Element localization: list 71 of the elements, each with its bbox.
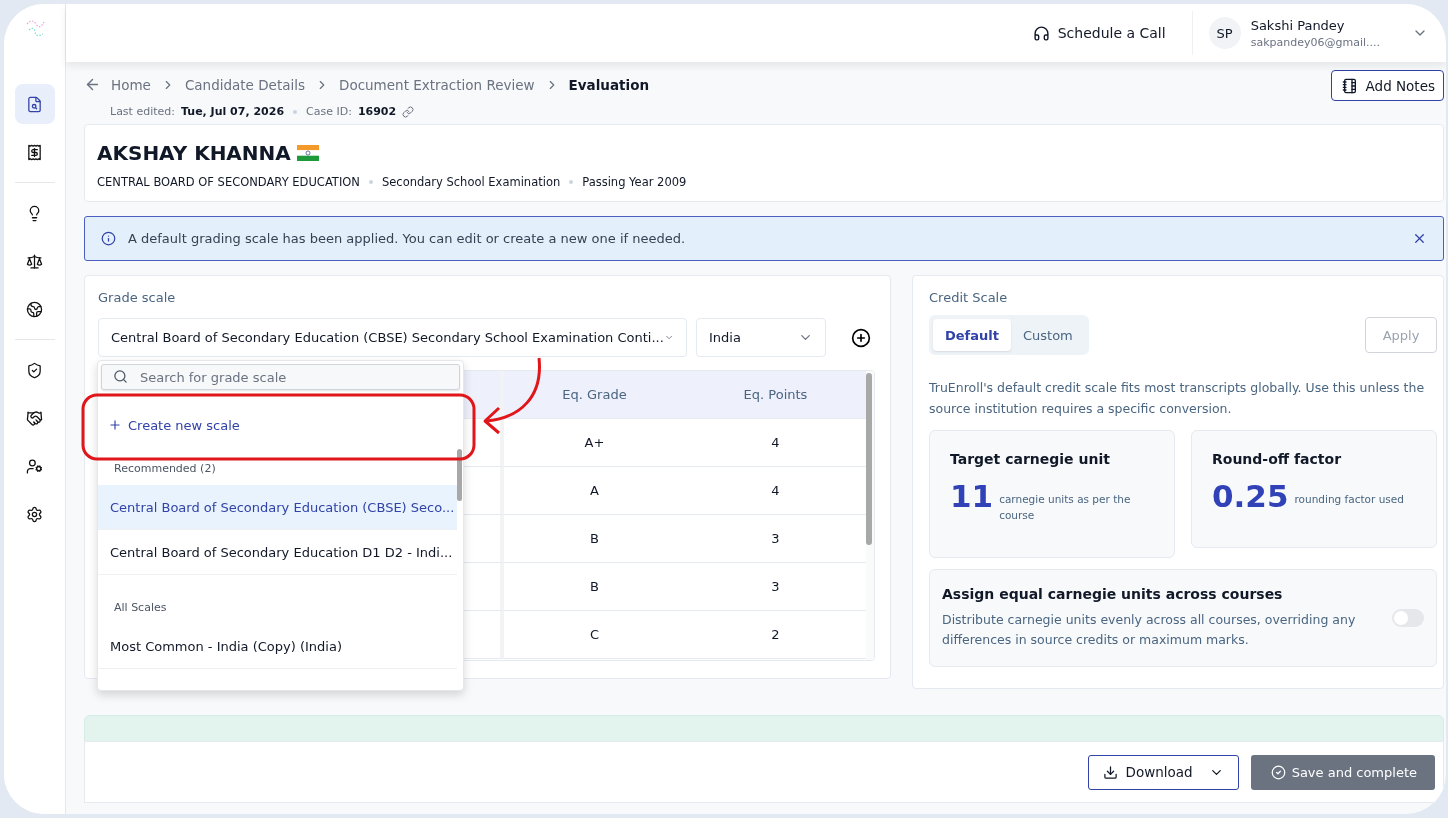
stat-caption: carnegie units as per the course — [999, 492, 1132, 523]
close-icon[interactable] — [1412, 231, 1427, 246]
plus-icon — [108, 418, 122, 432]
globe-icon — [26, 300, 43, 318]
stat-title: Target carnegie unit — [950, 451, 1111, 467]
search-field[interactable]: Search for grade scale — [101, 364, 460, 390]
setting-description: Distribute carnegie units evenly across all courses, overriding any differences in source credits or maximum marks. — [942, 611, 1357, 649]
last-edited-label: Last edited: — [110, 105, 175, 118]
create-scale-option[interactable]: Create new scale — [98, 390, 463, 460]
search-icon — [113, 369, 128, 384]
sidebar-button[interactable] — [14, 84, 55, 124]
headphones-icon — [1032, 24, 1050, 42]
add-notes-button[interactable]: Add Notes — [1330, 70, 1444, 101]
scale-select[interactable]: Central Board of Secondary Education (CBSE) Secondary School Examination Conti... — [98, 318, 687, 357]
add-circle-icon — [851, 327, 871, 348]
shield-check-icon — [26, 361, 43, 379]
download-button[interactable]: Download — [1087, 754, 1239, 790]
stat-value: 0.25 — [1212, 479, 1289, 513]
toggle-switch[interactable] — [1392, 609, 1424, 627]
group-heading: All Scales — [114, 601, 168, 614]
breadcrumb-link[interactable]: Evaluation — [568, 76, 650, 93]
scrollbar-thumb — [457, 449, 462, 501]
candidate-name: AKSHAY KHANNA — [97, 141, 291, 165]
download-icon — [1102, 764, 1118, 780]
table-cell: A+ — [504, 419, 685, 467]
table-cell: B — [504, 515, 685, 563]
flag-icon — [296, 145, 319, 161]
alert-message: A default grading scale has been applied. You can edit or create a new one if needed. — [128, 231, 687, 246]
add-scale-button[interactable] — [851, 327, 871, 348]
table-cell: A — [504, 467, 685, 515]
link-icon[interactable] — [402, 105, 415, 118]
info-icon — [101, 231, 116, 246]
scale-option[interactable]: Most Common - India (Copy) (India) — [98, 624, 457, 669]
candidate-detail: Passing Year 2009 — [582, 175, 687, 189]
scale-option[interactable]: Central Board of Secondary Education (CBSE) Seco... — [98, 485, 457, 530]
scale-tab[interactable]: Custom — [1010, 319, 1085, 351]
handshake-icon — [26, 409, 43, 427]
receipt-icon — [26, 143, 43, 161]
stat-value: 11 — [950, 479, 994, 513]
candidate-detail: Secondary School Examination — [381, 175, 561, 189]
candidate-detail: CENTRAL BOARD OF SECONDARY EDUCATION — [97, 175, 360, 189]
table-cell: B — [504, 563, 685, 611]
schedule-call-button[interactable]: Schedule a Call — [1006, 11, 1193, 55]
user-avatar: SP — [1208, 17, 1241, 49]
breadcrumb-link[interactable]: Document Extraction Review — [339, 76, 535, 93]
scale-icon — [26, 252, 43, 270]
document-search-icon — [26, 95, 43, 113]
column-header: Eq. Grade — [504, 371, 685, 419]
case-id-label: Case ID: — [306, 105, 352, 118]
notebook-icon — [1341, 77, 1358, 94]
setting-title: Assign equal carnegie units across courses — [942, 586, 1284, 602]
stat-caption: rounding factor used — [1294, 492, 1404, 507]
breadcrumb-link[interactable]: Candidate Details — [184, 76, 305, 93]
check-circle-icon — [1270, 764, 1286, 780]
last-edited-date: Tue, Jul 07, 2026 — [181, 105, 285, 118]
user-email: sakpandey06@gmail.... — [1250, 35, 1380, 49]
credit-scale-description: TruEnroll's default credit scale fits most transcripts globally. Use this unless the source institution requires a specific conversion. — [929, 379, 1426, 418]
settings-icon — [26, 505, 43, 523]
column-header: Eq. Points — [685, 371, 866, 419]
section-title: Grade scale — [98, 290, 177, 305]
table-cell: C — [504, 611, 685, 659]
scale-option[interactable]: Central Board of Secondary Education D1 D2 - Indi... — [98, 530, 457, 575]
user-gear-icon — [26, 457, 43, 475]
stat-title: Round-off factor — [1212, 451, 1343, 467]
country-select[interactable]: India — [696, 318, 826, 357]
section-title: Credit Scale — [929, 290, 1009, 305]
breadcrumb-link[interactable]: Home — [111, 76, 151, 93]
case-id: 16902 — [357, 105, 397, 118]
group-heading: Recommended (2) — [114, 462, 217, 475]
user-name: Sakshi Pandey — [1250, 17, 1346, 33]
scale-tab[interactable]: Default — [933, 319, 1011, 351]
